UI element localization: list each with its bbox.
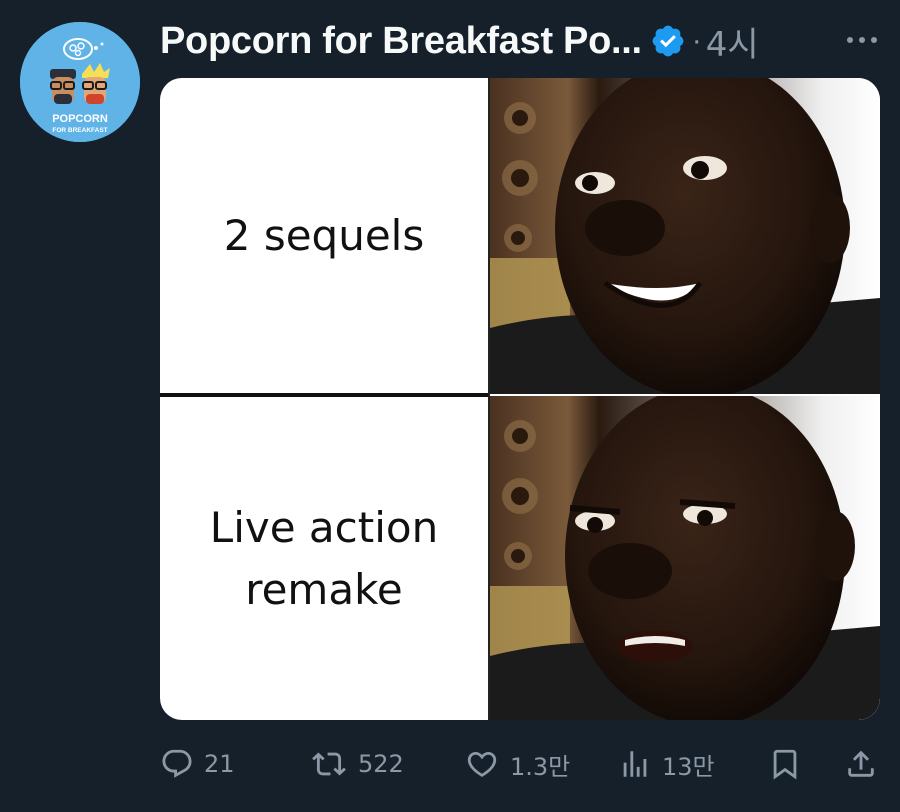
more-dots-icon[interactable] <box>844 22 880 58</box>
tweet-media-image[interactable]: 2 sequels Live action remake <box>160 78 880 720</box>
heart-icon <box>467 751 497 777</box>
display-name[interactable]: Popcorn for Breakfast Po... <box>160 20 642 63</box>
meme-bottom-line1: Live action <box>209 503 439 552</box>
tweet: POPCORN FOR BREAKFAST Popcorn for Breakf… <box>0 0 900 812</box>
meme-divider <box>160 393 490 397</box>
avatar[interactable]: POPCORN FOR BREAKFAST <box>20 22 140 142</box>
verified-badge-icon[interactable] <box>650 23 686 59</box>
timestamp[interactable]: 4시 <box>706 17 759 66</box>
meme-bottom-text: Live action remake <box>160 398 488 720</box>
share-icon <box>848 750 874 777</box>
tweet-action-bar: 21 522 1.3만 13만 <box>160 742 880 786</box>
reply-icon <box>162 749 192 778</box>
retweet-count: 522 <box>358 750 404 778</box>
reply-button[interactable]: 21 <box>160 742 235 786</box>
meme-photo-disappointed <box>490 396 880 720</box>
share-button[interactable] <box>844 742 878 786</box>
views-button[interactable]: 13만 <box>618 742 715 786</box>
tweet-header: Popcorn for Breakfast Po... · 4시 <box>160 14 880 68</box>
views-bar-chart-icon <box>623 751 647 777</box>
meme-bottom-line2: remake <box>245 565 403 614</box>
views-count: 13만 <box>662 752 715 781</box>
avatar-text-main: POPCORN <box>52 113 108 125</box>
meme-photo-happy <box>490 78 880 394</box>
retweet-icon <box>312 752 346 776</box>
like-count: 1.3만 <box>510 752 571 781</box>
meme-top-text: 2 sequels <box>160 78 488 394</box>
bookmark-button[interactable] <box>768 742 802 786</box>
separator-dot: · <box>691 24 702 57</box>
popcorn-logo-icon: POPCORN FOR BREAKFAST <box>20 22 140 142</box>
reply-count: 21 <box>204 750 235 778</box>
like-button[interactable]: 1.3만 <box>464 742 570 786</box>
bookmark-icon <box>773 749 797 780</box>
avatar-text-sub: FOR BREAKFAST <box>52 127 107 134</box>
meme-top-label: 2 sequels <box>223 211 425 260</box>
retweet-button[interactable]: 522 <box>310 742 404 786</box>
